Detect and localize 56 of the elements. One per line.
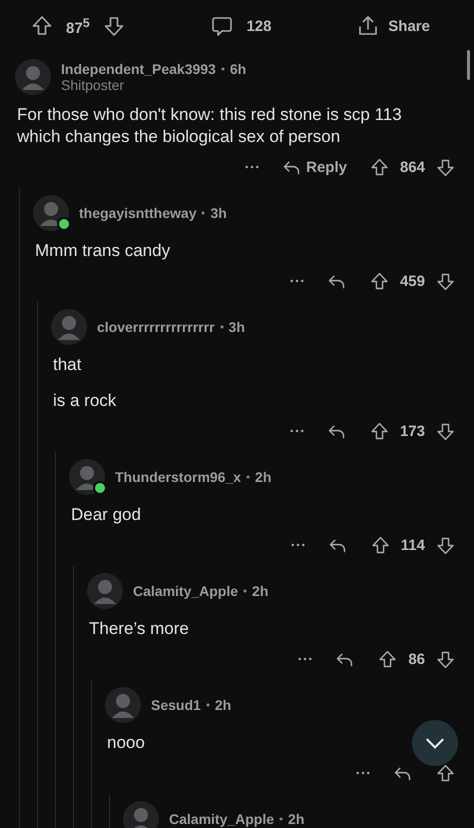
upvote-icon[interactable] xyxy=(368,420,390,442)
comment-text: Mmm trans candy xyxy=(35,240,172,262)
comment-author[interactable]: Independent_Peak3993 xyxy=(61,61,216,77)
comment-text: is a rock xyxy=(53,390,118,412)
comment-author[interactable]: cloverrrrrrrrrrrrrrr xyxy=(97,319,215,335)
separator-dot-icon xyxy=(279,817,284,821)
comment-text: For those who don't know: this red stone is scp 113 which changes the biological sex of person xyxy=(17,104,403,148)
comment-author[interactable]: Calamity_Apple xyxy=(133,583,238,599)
separator-dot-icon xyxy=(220,67,225,71)
comment-score: 114 xyxy=(400,536,425,554)
more-icon[interactable] xyxy=(290,429,304,433)
scrollbar[interactable] xyxy=(467,50,470,80)
share-button[interactable]: Share xyxy=(356,14,430,38)
comment-icon[interactable] xyxy=(210,14,234,38)
user-flair: Shitposter xyxy=(61,77,126,93)
comment-score: 173 xyxy=(400,422,425,440)
upvote-icon[interactable] xyxy=(368,156,390,178)
more-icon[interactable] xyxy=(290,279,304,283)
comment-author[interactable]: Calamity_Apple xyxy=(169,811,274,827)
online-dot xyxy=(93,481,107,495)
upvote-icon[interactable] xyxy=(370,534,391,556)
comment-author[interactable]: Sesud1 xyxy=(151,697,201,713)
comment-score: 459 xyxy=(400,272,425,290)
comment-age: 3h xyxy=(228,319,245,335)
upvote-icon[interactable] xyxy=(30,14,54,38)
comment-age: 2h xyxy=(252,583,268,599)
comment-count: 128 xyxy=(246,18,272,34)
comment-age: 3h xyxy=(210,205,227,221)
comment-text: Dear god xyxy=(71,504,142,526)
separator-dot-icon xyxy=(206,703,210,707)
more-icon[interactable] xyxy=(356,771,370,775)
separator-dot-icon xyxy=(201,211,206,215)
upvote-icon[interactable] xyxy=(377,648,398,670)
more-icon[interactable] xyxy=(298,657,312,661)
comment-score: 864 xyxy=(400,158,425,176)
separator-dot-icon xyxy=(220,325,224,329)
comment-text: There’s more xyxy=(89,618,190,640)
comment-author[interactable]: Thunderstorm96_x xyxy=(115,469,242,485)
separator-dot-icon xyxy=(243,589,248,593)
comment-age: 6h xyxy=(230,61,246,77)
more-icon[interactable] xyxy=(245,165,260,169)
comment-author[interactable]: thegayisnttheway xyxy=(79,205,196,221)
upvote-icon[interactable] xyxy=(435,762,456,784)
more-icon[interactable] xyxy=(290,543,305,547)
comment-age: 2h xyxy=(214,697,232,713)
comment-text: that xyxy=(53,354,82,376)
upvote-icon[interactable] xyxy=(368,270,390,292)
comment-text: nooo xyxy=(107,732,146,754)
next-comment-button[interactable] xyxy=(412,720,458,766)
online-dot xyxy=(57,217,71,231)
comment-age: 2h xyxy=(288,811,304,827)
post-score: 87$^{5}$ xyxy=(66,16,90,36)
reply-button[interactable]: Reply xyxy=(281,156,347,178)
separator-dot-icon xyxy=(246,475,250,479)
comment-age: 2h xyxy=(255,469,272,485)
comment-score: 86 xyxy=(408,650,425,668)
